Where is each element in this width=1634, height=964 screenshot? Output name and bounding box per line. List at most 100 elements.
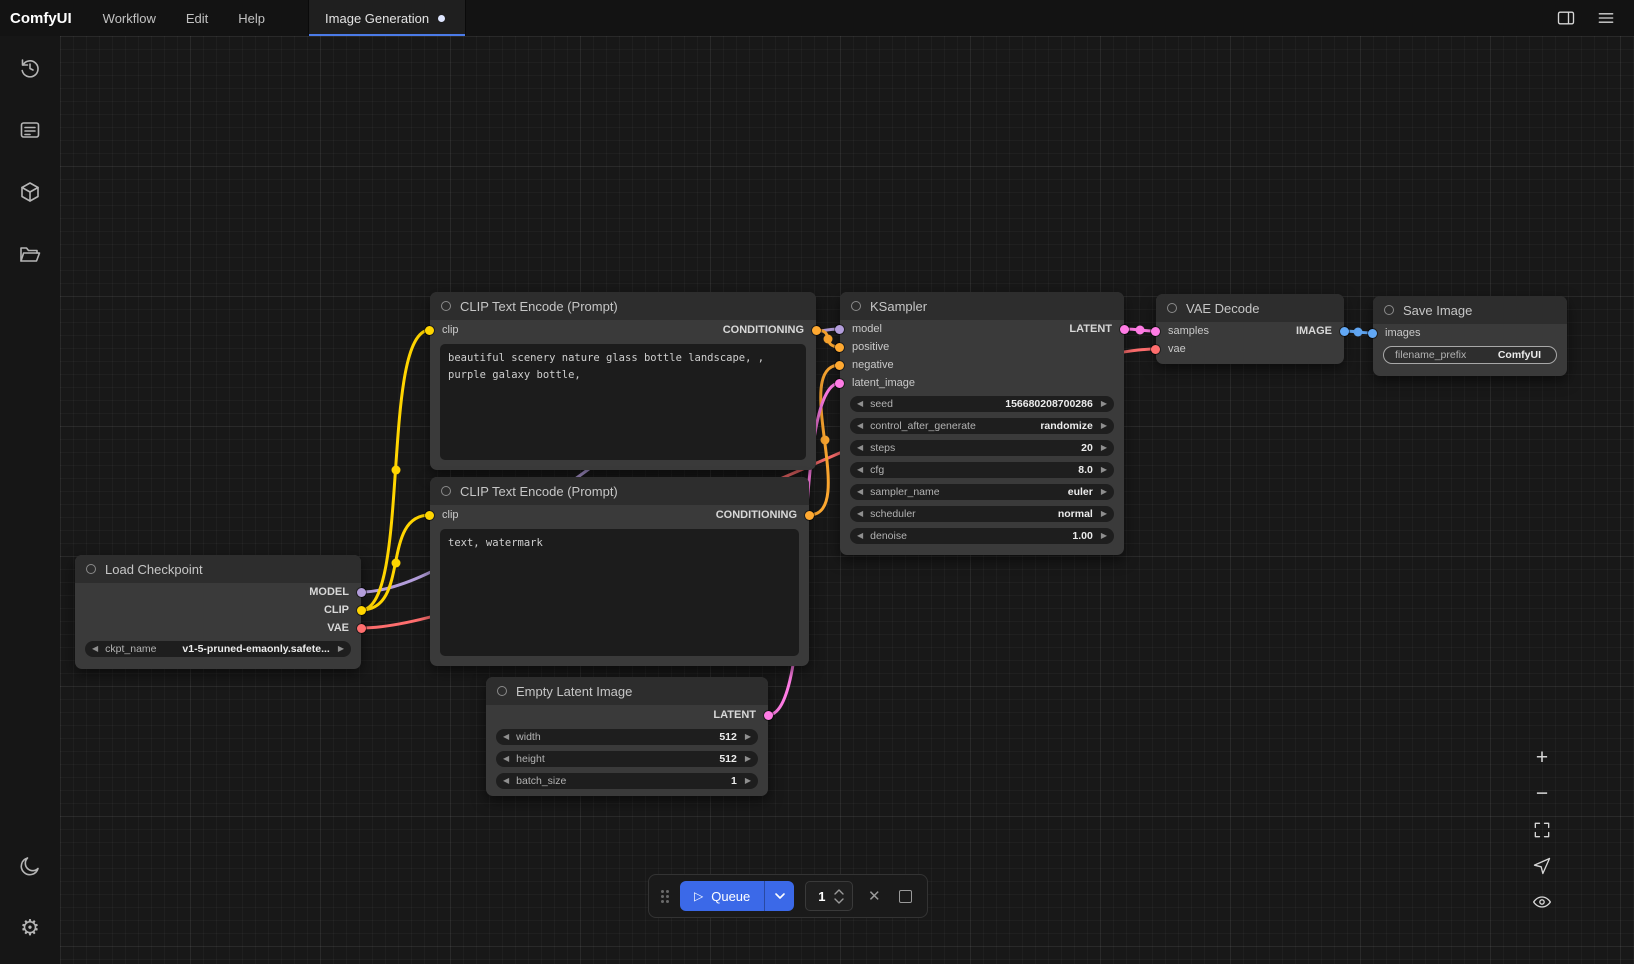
- toggle-panel-icon[interactable]: [1556, 8, 1576, 28]
- menu-help[interactable]: Help: [223, 0, 280, 36]
- widget-filename-prefix[interactable]: filename_prefix ComfyUI: [1383, 346, 1557, 364]
- node-clip-text-encode-negative[interactable]: CLIP Text Encode (Prompt) clip CONDITION…: [430, 477, 809, 666]
- node-save-image[interactable]: Save Image images filename_prefix ComfyU…: [1373, 296, 1567, 376]
- clear-queue-icon[interactable]: ✕: [864, 886, 884, 906]
- node-header[interactable]: CLIP Text Encode (Prompt): [430, 477, 809, 505]
- port-latent-image-in[interactable]: [835, 379, 844, 388]
- port-clip-out[interactable]: [357, 606, 366, 615]
- decrement-icon[interactable]: ◀: [857, 400, 863, 408]
- decrement-icon[interactable]: ◀: [857, 466, 863, 474]
- widget-steps[interactable]: ◀ steps 20 ▶: [850, 440, 1114, 456]
- port-latent-out[interactable]: [764, 711, 773, 720]
- widget-scheduler[interactable]: ◀ scheduler normal ▶: [850, 506, 1114, 522]
- increment-icon[interactable]: ▶: [338, 645, 344, 653]
- port-images-in[interactable]: [1368, 329, 1377, 338]
- widget-sampler-name[interactable]: ◀ sampler_name euler ▶: [850, 484, 1114, 500]
- port-positive-in[interactable]: [835, 343, 844, 352]
- model-library-icon[interactable]: [18, 180, 42, 204]
- decrement-icon[interactable]: [834, 898, 844, 904]
- node-header[interactable]: Load Checkpoint: [75, 555, 361, 583]
- decrement-icon[interactable]: ◀: [857, 444, 863, 452]
- port-latent-out[interactable]: [1120, 325, 1129, 334]
- widget-control-after-generate[interactable]: ◀ control_after_generate randomize ▶: [850, 418, 1114, 434]
- zoom-out-button[interactable]: −: [1530, 782, 1554, 806]
- port-image-out[interactable]: [1340, 327, 1349, 336]
- menu-edit[interactable]: Edit: [171, 0, 223, 36]
- increment-icon[interactable]: ▶: [745, 777, 751, 785]
- port-conditioning-out[interactable]: [812, 326, 821, 335]
- widget-width[interactable]: ◀ width 512 ▶: [496, 729, 758, 745]
- node-header[interactable]: VAE Decode: [1156, 294, 1344, 322]
- increment-icon[interactable]: ▶: [1101, 488, 1107, 496]
- widget-height[interactable]: ◀ height 512 ▶: [496, 751, 758, 767]
- collapse-dot[interactable]: [1167, 303, 1177, 313]
- increment-icon[interactable]: [834, 889, 844, 895]
- port-model-in[interactable]: [835, 325, 844, 334]
- widget-batch-size[interactable]: ◀ batch_size 1 ▶: [496, 773, 758, 789]
- node-empty-latent-image[interactable]: Empty Latent Image LATENT ◀ width 512 ▶ …: [486, 677, 768, 796]
- queue-button[interactable]: ▷ Queue: [680, 881, 764, 911]
- widget-seed[interactable]: ◀ seed 156680208700286 ▶: [850, 396, 1114, 412]
- increment-icon[interactable]: ▶: [745, 755, 751, 763]
- batch-count-input[interactable]: 1: [805, 881, 853, 911]
- collapse-dot[interactable]: [441, 486, 451, 496]
- decrement-icon[interactable]: ◀: [503, 733, 509, 741]
- node-ksampler[interactable]: KSampler model LATENT positive negative …: [840, 292, 1124, 555]
- negative-prompt-text[interactable]: text, watermark: [440, 529, 799, 656]
- decrement-icon[interactable]: ◀: [857, 488, 863, 496]
- increment-icon[interactable]: ▶: [745, 733, 751, 741]
- queue-list-icon[interactable]: [18, 118, 42, 142]
- drag-handle[interactable]: [661, 890, 669, 903]
- decrement-icon[interactable]: ◀: [857, 510, 863, 518]
- stop-icon[interactable]: [895, 886, 915, 906]
- decrement-icon[interactable]: ◀: [92, 645, 98, 653]
- port-clip-in[interactable]: [425, 326, 434, 335]
- node-header[interactable]: Empty Latent Image: [486, 677, 768, 705]
- widget-ckpt-name[interactable]: ◀ ckpt_name v1-5-pruned-emaonly.safete..…: [85, 641, 351, 657]
- zoom-in-button[interactable]: +: [1530, 746, 1554, 770]
- increment-icon[interactable]: ▶: [1101, 510, 1107, 518]
- increment-icon[interactable]: ▶: [1101, 422, 1107, 430]
- queue-options-dropdown[interactable]: [764, 881, 794, 911]
- select-pointer-button[interactable]: [1530, 854, 1554, 878]
- decrement-icon[interactable]: ◀: [857, 422, 863, 430]
- widget-denoise[interactable]: ◀ denoise 1.00 ▶: [850, 528, 1114, 544]
- increment-icon[interactable]: ▶: [1101, 444, 1107, 452]
- port-negative-in[interactable]: [835, 361, 844, 370]
- port-clip-in[interactable]: [425, 511, 434, 520]
- tab-image-generation[interactable]: Image Generation: [308, 0, 466, 36]
- node-vae-decode[interactable]: VAE Decode samples IMAGE vae: [1156, 294, 1344, 364]
- node-load-checkpoint[interactable]: Load Checkpoint MODEL CLIP VAE ◀ ckpt_na…: [75, 555, 361, 669]
- collapse-dot[interactable]: [851, 301, 861, 311]
- decrement-icon[interactable]: ◀: [503, 777, 509, 785]
- node-header[interactable]: KSampler: [840, 292, 1124, 320]
- hamburger-menu-icon[interactable]: [1596, 8, 1616, 28]
- increment-icon[interactable]: ▶: [1101, 532, 1107, 540]
- decrement-icon[interactable]: ◀: [857, 532, 863, 540]
- port-vae-in[interactable]: [1151, 345, 1160, 354]
- fit-view-button[interactable]: [1530, 818, 1554, 842]
- node-clip-text-encode-positive[interactable]: CLIP Text Encode (Prompt) clip CONDITION…: [430, 292, 816, 470]
- port-model-out[interactable]: [357, 588, 366, 597]
- port-vae-out[interactable]: [357, 624, 366, 633]
- toggle-visibility-eye-button[interactable]: [1530, 890, 1554, 914]
- workflows-folder-icon[interactable]: [18, 242, 42, 266]
- collapse-dot[interactable]: [497, 686, 507, 696]
- increment-icon[interactable]: ▶: [1101, 400, 1107, 408]
- theme-moon-icon[interactable]: [18, 854, 42, 878]
- menu-workflow[interactable]: Workflow: [88, 0, 171, 36]
- widget-cfg[interactable]: ◀ cfg 8.0 ▶: [850, 462, 1114, 478]
- collapse-dot[interactable]: [86, 564, 96, 574]
- collapse-dot[interactable]: [441, 301, 451, 311]
- positive-prompt-text[interactable]: beautiful scenery nature glass bottle la…: [440, 344, 806, 460]
- port-conditioning-out[interactable]: [805, 511, 814, 520]
- increment-icon[interactable]: ▶: [1101, 466, 1107, 474]
- decrement-icon[interactable]: ◀: [503, 755, 509, 763]
- node-header[interactable]: CLIP Text Encode (Prompt): [430, 292, 816, 320]
- node-graph-canvas[interactable]: Load Checkpoint MODEL CLIP VAE ◀ ckpt_na…: [60, 36, 1634, 964]
- node-header[interactable]: Save Image: [1373, 296, 1567, 324]
- collapse-dot[interactable]: [1384, 305, 1394, 315]
- history-icon[interactable]: [18, 56, 42, 80]
- settings-gear-icon[interactable]: ⚙: [18, 916, 42, 940]
- port-samples-in[interactable]: [1151, 327, 1160, 336]
